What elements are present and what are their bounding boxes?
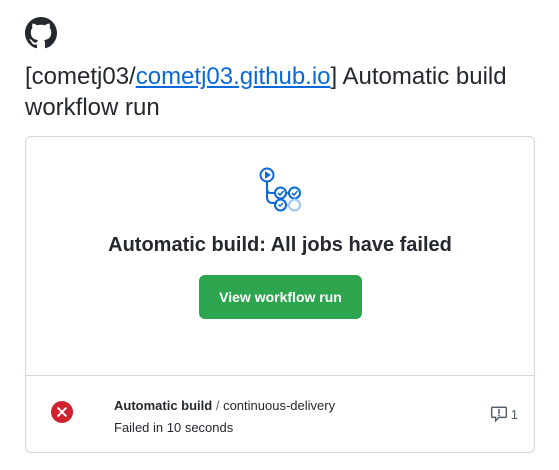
annotations-count[interactable]: 1 [490, 405, 518, 423]
workflow-summary: Automatic build: All jobs have failed Vi… [26, 137, 534, 376]
job-duration: Failed in 10 seconds [114, 420, 234, 435]
job-status-row[interactable]: Automatic build / continuous-delivery Fa… [26, 376, 534, 452]
workflow-name: Automatic build [114, 398, 213, 413]
email-subject: [cometj03/cometj03.github.io] Automatic … [25, 61, 540, 123]
job-separator: / [212, 398, 224, 413]
github-mark-icon[interactable] [25, 17, 57, 49]
job-title: Automatic build / continuous-delivery [114, 398, 335, 413]
email-notification: [cometj03/cometj03.github.io] Automatic … [0, 0, 559, 470]
repo-link[interactable]: cometj03.github.io [136, 63, 331, 90]
comment-alert-icon [490, 406, 507, 423]
workflow-card: Automatic build: All jobs have failed Vi… [25, 136, 535, 453]
annotation-count: 1 [510, 406, 518, 422]
failed-x-circle-icon [51, 401, 73, 423]
workflow-headline: Automatic build: All jobs have failed [108, 234, 452, 256]
subject-prefix: [cometj03/ [25, 63, 136, 90]
view-workflow-run-button[interactable]: View workflow run [199, 275, 362, 319]
github-actions-workflow-icon [259, 167, 301, 212]
job-name: continuous-delivery [223, 398, 336, 413]
